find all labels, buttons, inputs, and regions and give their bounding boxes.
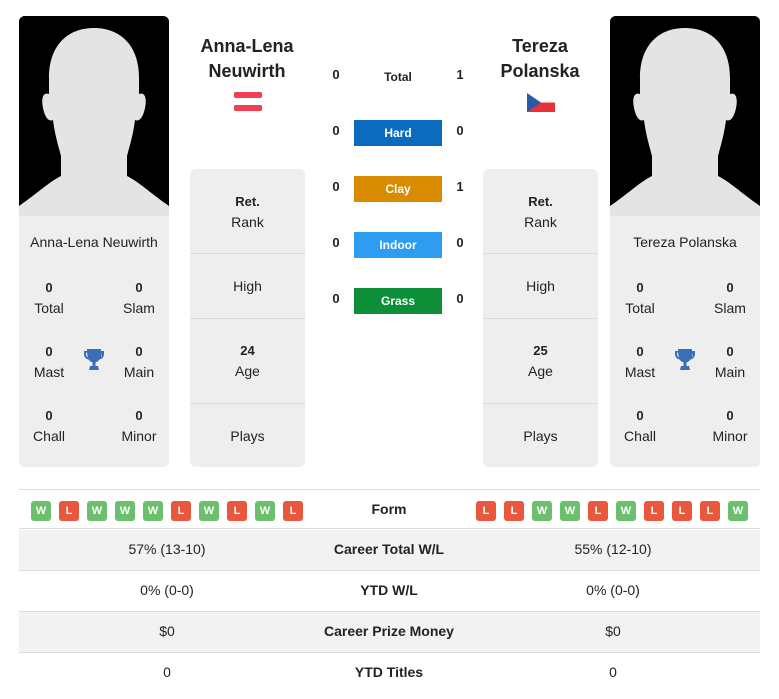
clay-badge[interactable]: Clay xyxy=(354,176,442,202)
form-win-badge: W xyxy=(143,501,163,521)
player1-heading-line2: Neuwirth xyxy=(208,61,286,81)
player2-name: Tereza Polanska xyxy=(633,234,737,250)
player1-career-total-wl: 57% (13-10) xyxy=(128,541,206,557)
form-win-badge: W xyxy=(560,501,580,521)
ytd-titles-row: 0 YTD Titles 0 xyxy=(19,653,760,694)
player2-titles-total: 0 Total xyxy=(625,280,655,316)
h2h-total-label: Total xyxy=(384,70,412,84)
form-win-badge: W xyxy=(728,501,748,521)
player2-card: Tereza Polanska 0 Total 0 Slam 0 Mast 0 Main… xyxy=(610,16,760,467)
form-win-badge: W xyxy=(532,501,552,521)
trophy-icon xyxy=(675,349,695,370)
trophy-icon xyxy=(84,349,104,370)
player1-heading[interactable]: Anna-Lena Neuwirth xyxy=(177,34,317,84)
player2-titles-main: 0 Main xyxy=(714,344,746,380)
hard-p2: 0 xyxy=(456,123,464,138)
player2-ytd-titles: 0 xyxy=(609,664,617,680)
player1-info-panel: Ret. Rank High 24 Age Plays xyxy=(190,169,305,467)
player2-career-prize-money: $0 xyxy=(605,623,621,639)
ytd-wl-label: YTD W/L xyxy=(360,582,418,598)
player2-photo xyxy=(610,16,760,216)
player2-age: 25 Age xyxy=(483,319,598,404)
player2-career-total-wl: 55% (12-10) xyxy=(574,541,652,557)
form-loss-badge: L xyxy=(283,501,303,521)
form-loss-badge: L xyxy=(504,501,524,521)
silhouette-icon xyxy=(610,16,760,216)
career-prize-money-row: $0 Career Prize Money $0 xyxy=(19,612,760,653)
player2-info-panel: Ret. Rank High 25 Age Plays xyxy=(483,169,598,467)
player2-heading-line1: Tereza xyxy=(512,36,568,56)
player2-high: High xyxy=(483,254,598,319)
form-loss-badge: L xyxy=(227,501,247,521)
player1-titles-total: 0 Total xyxy=(34,280,64,316)
player1-titles-chall: 0 Chall xyxy=(33,408,65,444)
player2-ytd-wl: 0% (0-0) xyxy=(586,582,640,598)
player1-career-prize-money: $0 xyxy=(159,623,175,639)
form-loss-badge: L xyxy=(644,501,664,521)
form-row: WLWWWLWLWL Form LLWWLWLLLW xyxy=(19,489,760,529)
form-loss-badge: L xyxy=(700,501,720,521)
form-win-badge: W xyxy=(115,501,135,521)
player1-card: Anna-Lena Neuwirth 0 Total 0 Slam 0 Mast 0M… xyxy=(19,16,169,467)
career-total-wl-label: Career Total W/L xyxy=(333,541,445,557)
hard-p1: 0 xyxy=(332,123,340,138)
indoor-badge[interactable]: Indoor xyxy=(354,232,442,258)
austria-flag-icon xyxy=(234,92,262,111)
hard-badge[interactable]: Hard xyxy=(354,120,442,146)
form-win-badge: W xyxy=(255,501,275,521)
form-win-badge: W xyxy=(616,501,636,521)
player2-titles-mast: 0 Mast xyxy=(624,344,656,380)
clay-p2: 1 xyxy=(456,179,464,194)
player1-titles-mast: 0 Mast xyxy=(33,344,65,380)
player1-photo xyxy=(19,16,169,216)
player1-titles-minor: 0 Minor xyxy=(121,408,157,444)
form-label: Form xyxy=(371,501,407,517)
player2-plays: Plays xyxy=(523,428,558,444)
player2-heading-line2: Polanska xyxy=(500,61,580,81)
clay-p1: 0 xyxy=(332,179,340,194)
player1-plays: Plays xyxy=(230,428,265,444)
ytd-wl-row: 0% (0-0) YTD W/L 0% (0-0) xyxy=(19,571,760,612)
player1-heading-line1: Anna-Lena xyxy=(200,36,294,56)
player1-name: Anna-Lena Neuwirth xyxy=(30,234,158,250)
player1-titles-main: 0 Main xyxy=(123,344,155,380)
ytd-titles-label: YTD Titles xyxy=(354,664,424,680)
player2-rank: Ret. Rank xyxy=(483,169,598,254)
grass-badge[interactable]: Grass xyxy=(354,288,442,314)
form-loss-badge: L xyxy=(476,501,496,521)
player2-titles-slam: 0 Slam xyxy=(714,280,746,316)
form-loss-badge: L xyxy=(171,501,191,521)
form-win-badge: W xyxy=(31,501,51,521)
player2-titles-minor: 0 Minor xyxy=(712,408,748,444)
form-loss-badge: L xyxy=(672,501,692,521)
indoor-p1: 0 xyxy=(332,235,340,250)
player1-rank: Ret. Rank xyxy=(190,169,305,254)
player1-age: 24 Age xyxy=(190,319,305,404)
grass-p2: 0 xyxy=(456,291,464,306)
player2-titles-chall: 0 Chall xyxy=(624,408,656,444)
form-loss-badge: L xyxy=(588,501,608,521)
silhouette-icon xyxy=(19,16,169,216)
form-loss-badge: L xyxy=(59,501,79,521)
h2h-total-p1: 0 xyxy=(332,67,340,82)
form-win-badge: W xyxy=(87,501,107,521)
player1-ytd-wl: 0% (0-0) xyxy=(140,582,194,598)
player1-titles-slam: 0 Slam xyxy=(123,280,155,316)
czech-republic-flag-icon xyxy=(527,93,555,112)
grass-p1: 0 xyxy=(332,291,340,306)
player1-ytd-titles: 0 xyxy=(163,664,171,680)
player2-heading[interactable]: Tereza Polanska xyxy=(470,34,610,84)
h2h-total-p2: 1 xyxy=(456,67,464,82)
career-prize-money-label: Career Prize Money xyxy=(324,623,454,639)
player1-high: High xyxy=(190,254,305,319)
career-total-wl-row: 57% (13-10) Career Total W/L 55% (12-10) xyxy=(19,530,760,571)
indoor-p2: 0 xyxy=(456,235,464,250)
form-win-badge: W xyxy=(199,501,219,521)
